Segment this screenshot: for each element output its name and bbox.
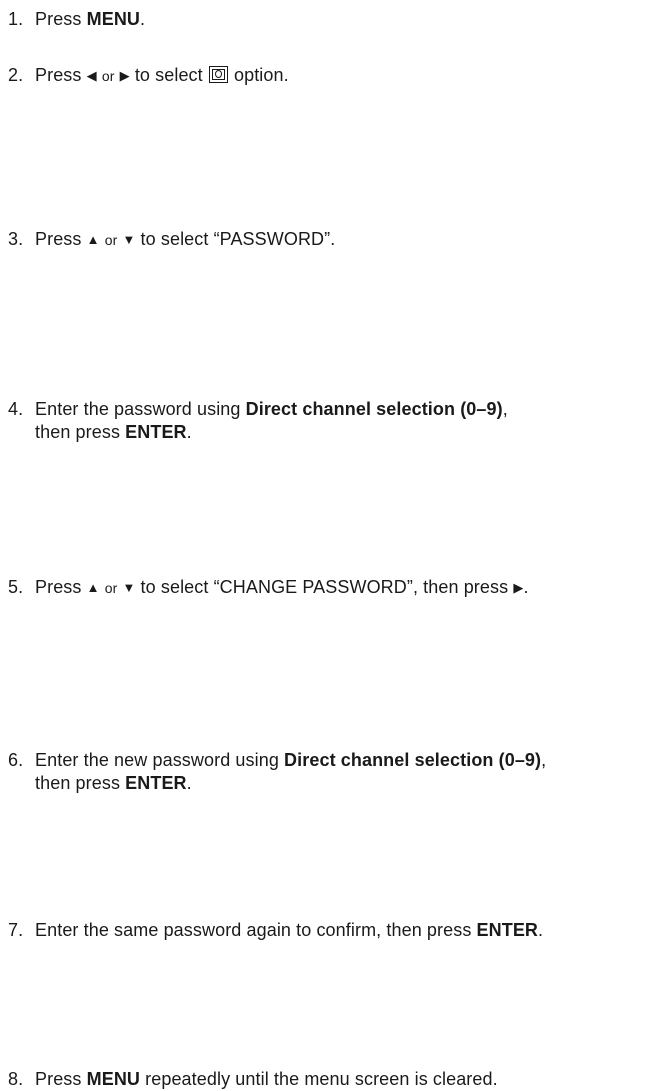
step-text: . <box>186 422 192 442</box>
step-text: then press <box>35 422 126 442</box>
menu-key-label: MENU <box>86 9 141 29</box>
step-text: . <box>186 773 192 793</box>
step-text: Press <box>35 65 87 85</box>
direct-channel-selection-label: Direct channel selection (0–9) <box>284 750 542 770</box>
left-arrow-icon: ◀ <box>86 68 97 83</box>
or-text: or <box>104 232 118 248</box>
enter-key-label: ENTER <box>125 422 187 442</box>
step-text: , <box>502 399 508 419</box>
step-text: Enter the password using <box>35 399 246 419</box>
menu-key-label: MENU <box>86 1069 141 1089</box>
step-8: 8. Press MENU repeatedly until the menu s… <box>8 1068 498 1091</box>
direct-channel-selection-label: Direct channel selection (0–9) <box>245 399 503 419</box>
step-text: to select <box>134 65 203 85</box>
step-number: 1. <box>8 9 24 29</box>
step-number: 6. <box>8 750 24 770</box>
step-text: . <box>538 920 544 940</box>
down-arrow-icon: ▼ <box>122 580 136 595</box>
step-text: Enter the same password again to confirm… <box>35 920 477 940</box>
up-arrow-icon: ▲ <box>86 580 100 595</box>
down-arrow-icon: ▼ <box>122 232 136 247</box>
step-7: 7. Enter the same password again to confi… <box>8 919 543 942</box>
right-arrow-icon: ▶ <box>513 580 524 595</box>
step-2: 2. Press ◀ or ▶ to select option. <box>8 64 289 88</box>
step-text: Enter the new password using <box>35 750 285 770</box>
step-text: Press <box>35 229 87 249</box>
step-1: 1. Press MENU. <box>8 8 145 31</box>
step-text: . <box>523 577 529 597</box>
step-text: to select “CHANGE PASSWORD”, then press <box>140 577 509 597</box>
step-text: Press <box>35 577 87 597</box>
step-text: repeatedly until the menu screen is clea… <box>140 1069 498 1089</box>
enter-key-label: ENTER <box>125 773 187 793</box>
step-5: 5. Press ▲ or ▼ to select “CHANGE PASSWOR… <box>8 576 529 600</box>
step-text: Press <box>35 1069 87 1089</box>
step-number: 2. <box>8 65 24 85</box>
or-text: or <box>104 580 118 596</box>
step-text: then press <box>35 773 126 793</box>
step-number: 4. <box>8 399 24 419</box>
step-text: . <box>140 9 146 29</box>
enter-key-label: ENTER <box>476 920 539 940</box>
step-number: 8. <box>8 1069 24 1089</box>
step-3: 3. Press ▲ or ▼ to select “PASSWORD”. <box>8 228 335 252</box>
step-number: 5. <box>8 577 24 597</box>
up-arrow-icon: ▲ <box>86 232 100 247</box>
step-number: 3. <box>8 229 24 249</box>
step-6: 6. Enter the new password using Direct ch… <box>8 749 546 795</box>
step-text: option. <box>233 65 289 85</box>
or-text: or <box>101 68 115 84</box>
step-number: 7. <box>8 920 24 940</box>
lock-option-icon <box>208 66 228 83</box>
step-text: , <box>541 750 547 770</box>
right-arrow-icon: ▶ <box>119 68 130 83</box>
step-4: 4. Enter the password using Direct channe… <box>8 398 508 444</box>
step-text: Press <box>35 9 87 29</box>
step-text: to select “PASSWORD”. <box>140 229 336 249</box>
